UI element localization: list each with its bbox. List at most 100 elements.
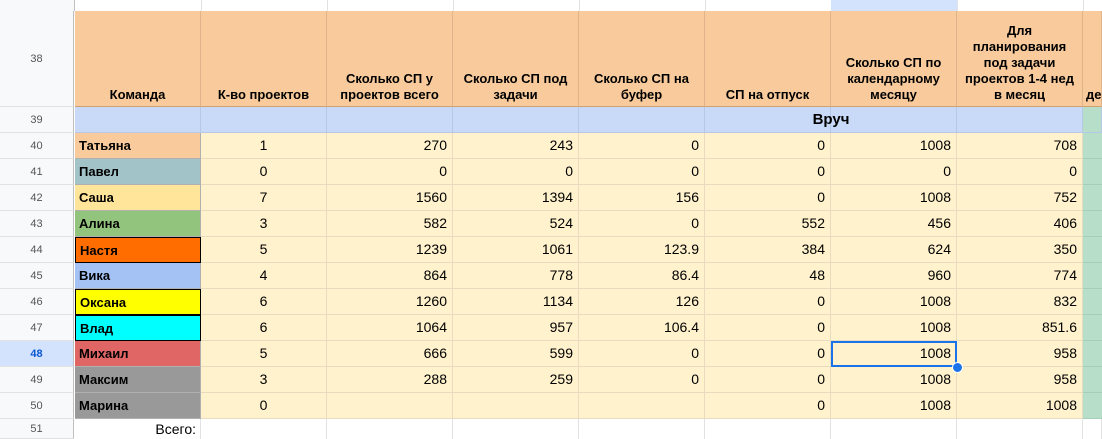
partial-cell[interactable]: [957, 0, 1084, 11]
band-cell-0[interactable]: [75, 107, 201, 133]
total-cell-5[interactable]: [705, 419, 831, 439]
data-cell[interactable]: 48: [705, 263, 831, 289]
row-number-40[interactable]: 40: [0, 133, 74, 159]
spreadsheet-grid[interactable]: 38 Команда К-во проектов Сколько СП у проек…: [0, 0, 1102, 439]
data-cell[interactable]: 243: [453, 133, 579, 159]
band-cell-3[interactable]: [453, 107, 579, 133]
row-number-47[interactable]: 47: [0, 315, 74, 341]
team-name-cell[interactable]: Настя: [75, 237, 201, 263]
data-cell[interactable]: 1008: [831, 133, 957, 159]
data-cell[interactable]: 0: [201, 159, 327, 185]
data-cell[interactable]: 0: [705, 133, 831, 159]
data-cell[interactable]: 864: [327, 263, 453, 289]
data-cell[interactable]: 3: [201, 367, 327, 393]
edge-cell[interactable]: [1083, 315, 1102, 341]
data-cell[interactable]: 624: [831, 237, 957, 263]
team-name-cell[interactable]: Влад: [75, 315, 201, 341]
data-cell[interactable]: 0: [705, 159, 831, 185]
edge-cell[interactable]: [1083, 133, 1102, 159]
data-cell[interactable]: 1134: [453, 289, 579, 315]
team-name-cell[interactable]: Максим: [75, 367, 201, 393]
data-cell[interactable]: 123.9: [579, 237, 705, 263]
data-cell[interactable]: 1008: [831, 367, 957, 393]
data-cell[interactable]: 0: [579, 159, 705, 185]
edge-cell[interactable]: [1083, 237, 1102, 263]
total-cell-3[interactable]: [453, 419, 579, 439]
header-cell-1[interactable]: К-во проектов: [201, 11, 327, 107]
total-cell-4[interactable]: [579, 419, 705, 439]
data-cell[interactable]: 0: [579, 341, 705, 367]
data-cell[interactable]: 1394: [453, 185, 579, 211]
data-cell[interactable]: 0: [579, 133, 705, 159]
total-cell-2[interactable]: [327, 419, 453, 439]
data-cell[interactable]: 1260: [327, 289, 453, 315]
edge-cell[interactable]: [1083, 289, 1102, 315]
data-cell[interactable]: 0: [201, 393, 327, 419]
data-cell[interactable]: [579, 393, 705, 419]
data-cell[interactable]: 259: [453, 367, 579, 393]
team-name-cell[interactable]: Алина: [75, 211, 201, 237]
data-cell[interactable]: 851.6: [957, 315, 1083, 341]
data-cell[interactable]: 5: [201, 341, 327, 367]
partial-cell[interactable]: [201, 0, 328, 11]
data-cell[interactable]: 774: [957, 263, 1083, 289]
data-cell[interactable]: 599: [453, 341, 579, 367]
data-cell[interactable]: 0: [957, 159, 1083, 185]
data-cell[interactable]: 270: [327, 133, 453, 159]
data-cell[interactable]: 666: [327, 341, 453, 367]
data-cell[interactable]: 524: [453, 211, 579, 237]
data-cell[interactable]: 832: [957, 289, 1083, 315]
data-cell[interactable]: 0: [705, 367, 831, 393]
edge-cell[interactable]: [1083, 341, 1102, 367]
row-number-46[interactable]: 46: [0, 289, 74, 315]
row-number-48[interactable]: 48: [0, 341, 74, 367]
row-number-45[interactable]: 45: [0, 263, 74, 289]
row-number-50[interactable]: 50: [0, 393, 74, 419]
row-number-51[interactable]: 51: [0, 419, 74, 439]
data-cell[interactable]: 582: [327, 211, 453, 237]
edge-cell[interactable]: [1083, 393, 1102, 419]
data-cell[interactable]: 1: [201, 133, 327, 159]
data-cell[interactable]: 1560: [327, 185, 453, 211]
data-cell[interactable]: 552: [705, 211, 831, 237]
data-cell[interactable]: 7: [201, 185, 327, 211]
edge-cell[interactable]: [1083, 367, 1102, 393]
row-number-41[interactable]: 41: [0, 159, 74, 185]
data-cell[interactable]: 0: [579, 211, 705, 237]
team-name-cell[interactable]: Марина: [75, 393, 201, 419]
data-cell[interactable]: 456: [831, 211, 957, 237]
partial-cell[interactable]: [579, 0, 706, 11]
header-cell-2[interactable]: Сколько СП у проектов всего: [327, 11, 453, 107]
data-cell[interactable]: 752: [957, 185, 1083, 211]
data-cell[interactable]: 4: [201, 263, 327, 289]
data-cell[interactable]: 0: [705, 393, 831, 419]
data-cell[interactable]: 1008: [831, 185, 957, 211]
data-cell[interactable]: 1008: [831, 289, 957, 315]
data-cell[interactable]: 0: [705, 185, 831, 211]
data-cell[interactable]: 1008: [831, 393, 957, 419]
data-cell[interactable]: 0: [579, 367, 705, 393]
data-cell[interactable]: 960: [831, 263, 957, 289]
data-cell[interactable]: [327, 393, 453, 419]
team-name-cell[interactable]: Саша: [75, 185, 201, 211]
data-cell[interactable]: 6: [201, 315, 327, 341]
total-cell-6[interactable]: [831, 419, 957, 439]
team-name-cell[interactable]: Татьяна: [75, 133, 201, 159]
data-cell[interactable]: 406: [957, 211, 1083, 237]
row-number-42[interactable]: 42: [0, 185, 74, 211]
data-cell[interactable]: 1061: [453, 237, 579, 263]
data-cell[interactable]: 1239: [327, 237, 453, 263]
data-cell[interactable]: 5: [201, 237, 327, 263]
data-cell[interactable]: 0: [705, 289, 831, 315]
data-cell[interactable]: 957: [453, 315, 579, 341]
header-cell-7[interactable]: Для планирования под задачи проектов 1-4…: [957, 11, 1083, 107]
edge-cell[interactable]: [1083, 211, 1102, 237]
header-cell-3[interactable]: Сколько СП под задачи: [453, 11, 579, 107]
band-cell-4[interactable]: [579, 107, 705, 133]
header-cell-0[interactable]: Команда: [75, 11, 201, 107]
data-cell[interactable]: 0: [327, 159, 453, 185]
header-cell-6[interactable]: Сколько СП по календарному месяцу: [831, 11, 957, 107]
band-cell-8[interactable]: [1083, 107, 1102, 133]
data-cell[interactable]: 958: [957, 367, 1083, 393]
band-cell-2[interactable]: [327, 107, 453, 133]
